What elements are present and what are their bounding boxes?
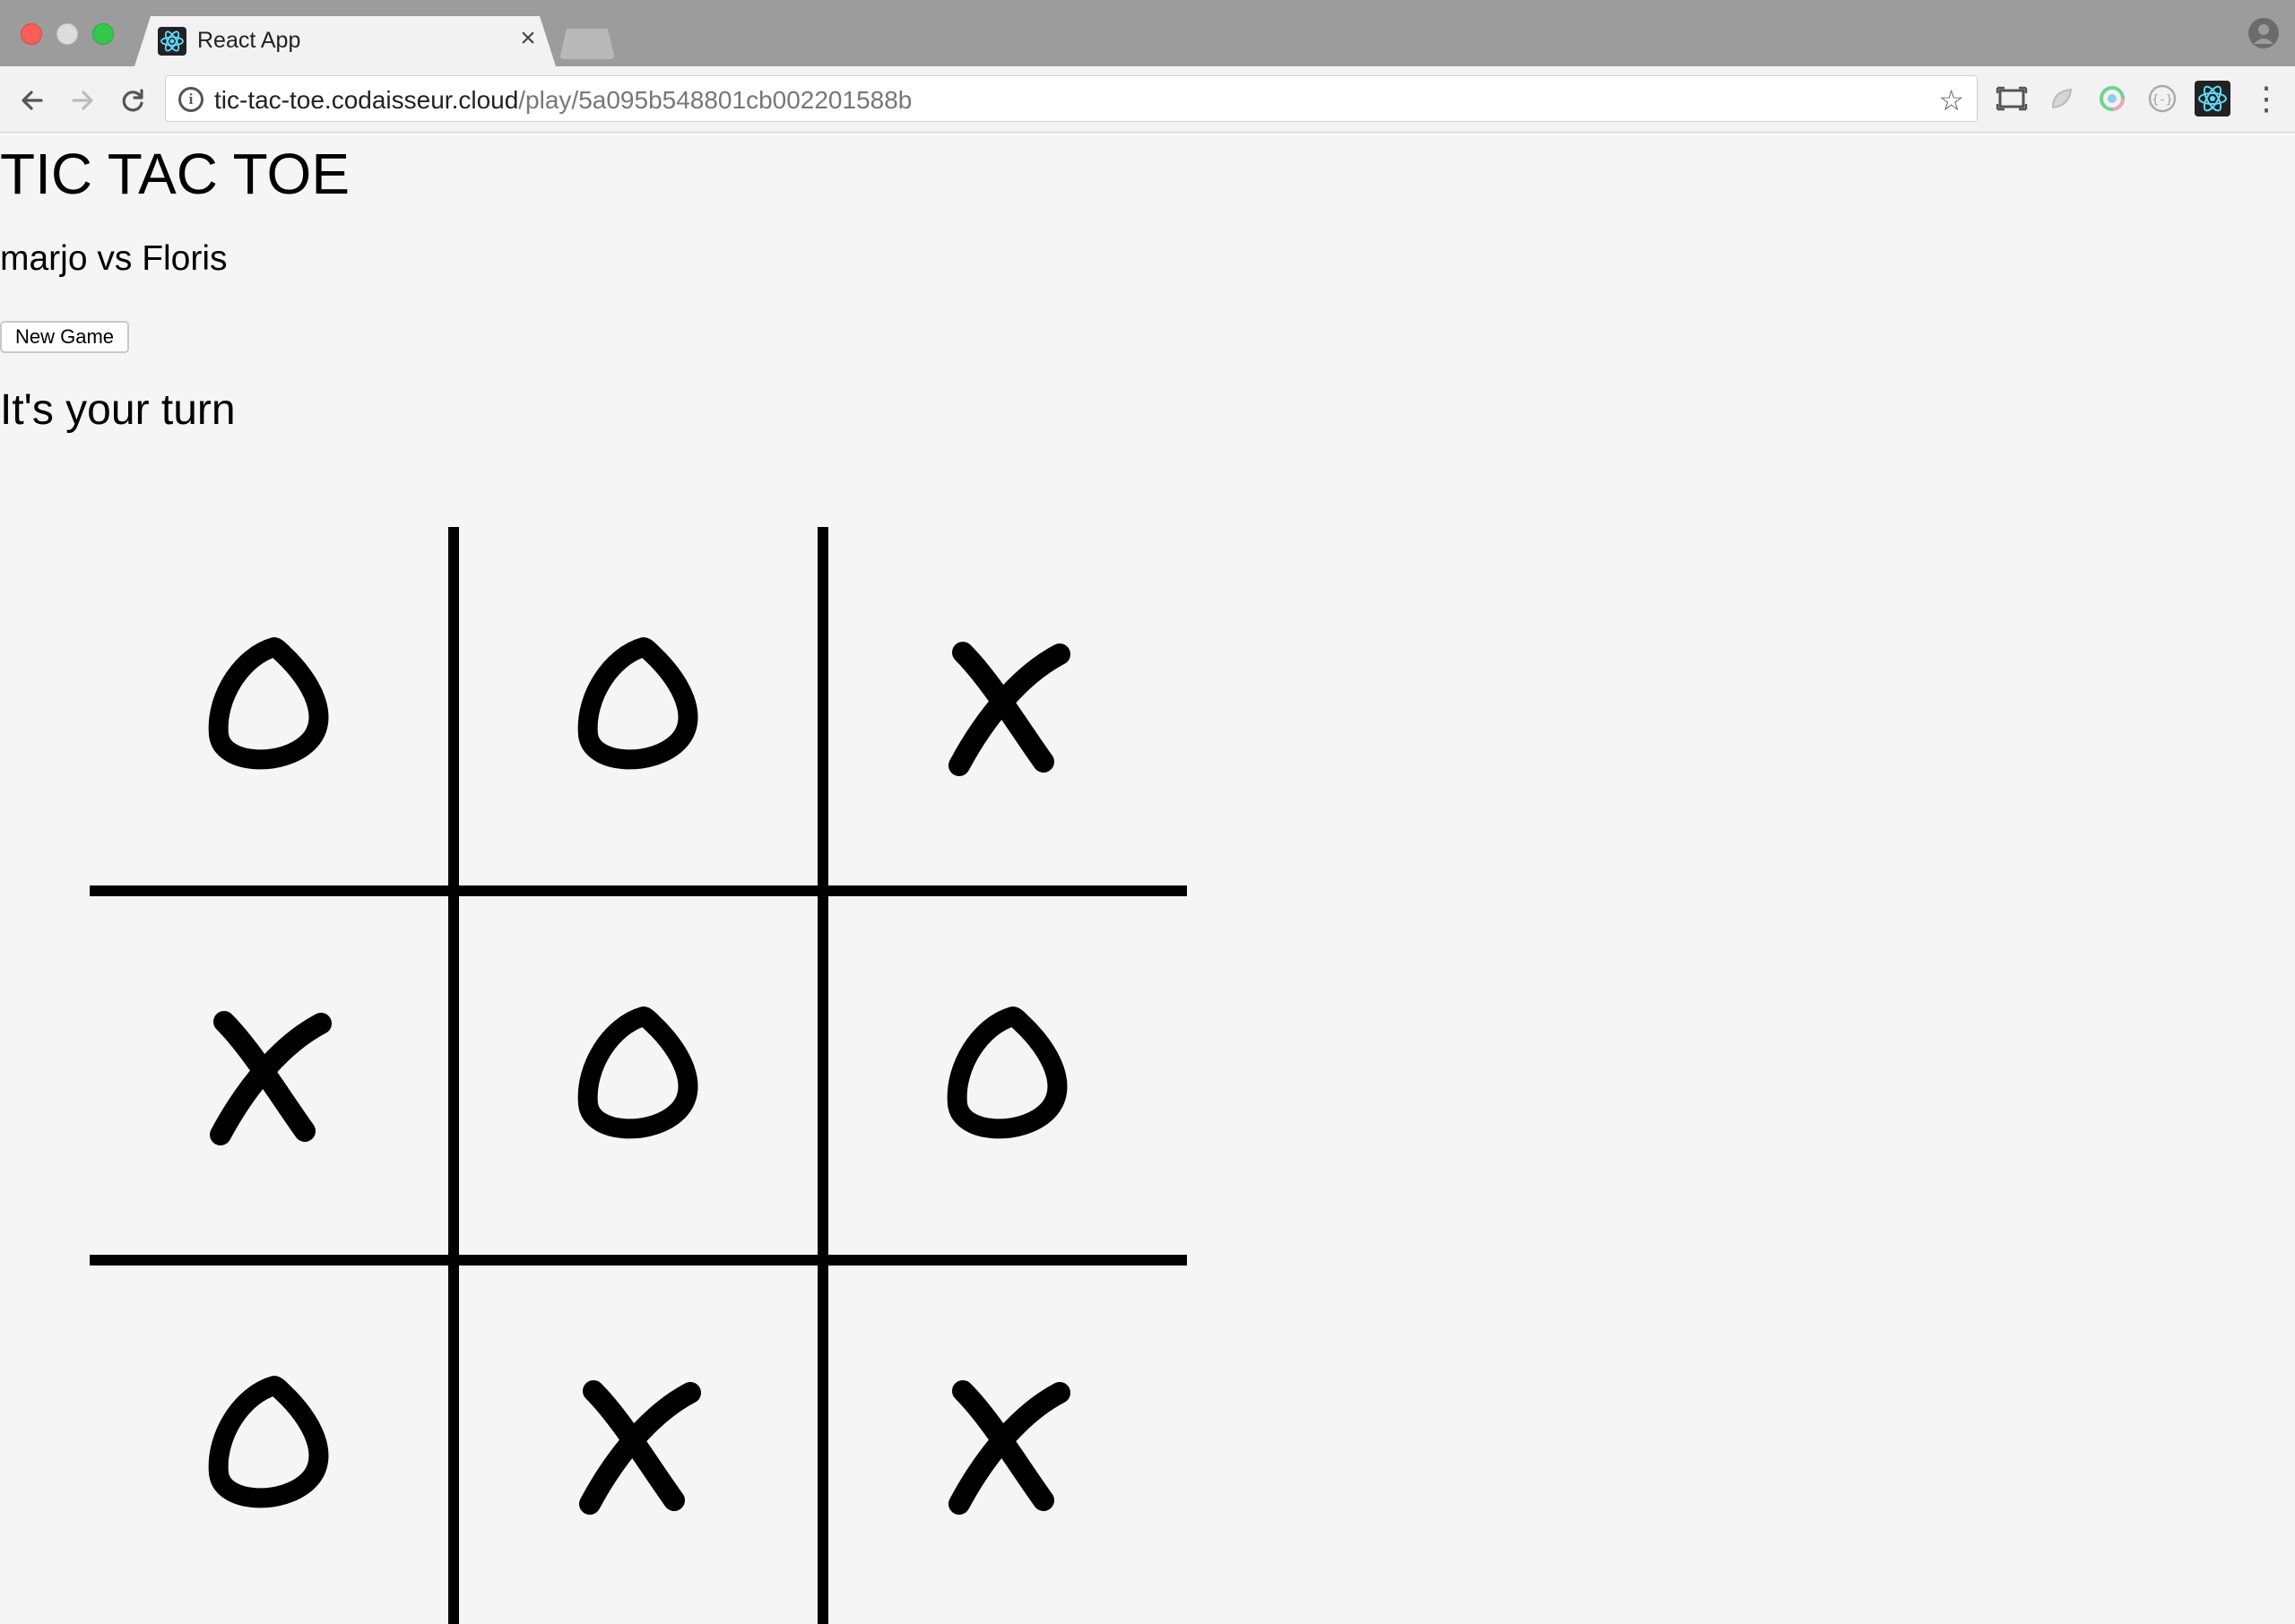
- tab-title: React App: [197, 28, 301, 53]
- browser-tab-strip: React App ×: [0, 0, 2295, 66]
- tab-close-icon[interactable]: ×: [515, 25, 541, 52]
- bookmark-star-icon[interactable]: ☆: [1938, 83, 1964, 117]
- address-bar[interactable]: i tic-tac-toe.codaisseur.cloud/play/5a09…: [165, 75, 1978, 122]
- x-mark-icon: [579, 1380, 701, 1515]
- o-mark-icon: [577, 1006, 698, 1139]
- minimize-window-button[interactable]: [56, 23, 78, 45]
- reload-icon[interactable]: [115, 82, 151, 118]
- turn-status: It's your turn: [0, 386, 236, 434]
- page-title: TIC TAC TOE: [0, 142, 350, 206]
- extension-leaf-icon[interactable]: [2044, 81, 2080, 117]
- o-mark-icon: [577, 637, 698, 770]
- o-mark-icon: [208, 637, 329, 770]
- extension-color-ring-icon[interactable]: [2094, 81, 2130, 117]
- x-mark-icon: [948, 1380, 1070, 1515]
- extension-json-icon[interactable]: {-}: [2144, 81, 2180, 117]
- page-content: TIC TAC TOE marjo vs Floris New Game It'…: [0, 133, 2295, 1624]
- svg-text:{-}: {-}: [2152, 93, 2172, 107]
- maximize-window-button[interactable]: [92, 23, 114, 45]
- board-cell-6[interactable]: [828, 896, 1187, 1255]
- site-info-icon[interactable]: i: [178, 87, 204, 112]
- screen-capture-icon[interactable]: [1994, 81, 2030, 117]
- o-mark-icon: [208, 1376, 329, 1508]
- board-cell-8[interactable]: [459, 1266, 818, 1624]
- board-cell-1[interactable]: [90, 527, 448, 885]
- url-host: tic-tac-toe.codaisseur.cloud: [214, 86, 519, 114]
- browser-toolbar: i tic-tac-toe.codaisseur.cloud/play/5a09…: [0, 66, 2295, 133]
- board-cell-4[interactable]: [90, 896, 448, 1255]
- board-cell-2[interactable]: [459, 527, 818, 885]
- url-text[interactable]: tic-tac-toe.codaisseur.cloud/play/5a095b…: [214, 86, 912, 115]
- x-mark-icon: [210, 1011, 332, 1145]
- profile-avatar-icon[interactable]: [2248, 18, 2279, 48]
- new-game-button[interactable]: New Game: [0, 321, 129, 353]
- board-cell-9[interactable]: [828, 1266, 1187, 1624]
- back-arrow-icon[interactable]: [14, 82, 50, 118]
- browser-menu-icon[interactable]: ⋮: [2250, 81, 2282, 117]
- forward-arrow-icon[interactable]: [65, 82, 100, 118]
- active-tab[interactable]: React App ×: [134, 16, 556, 66]
- close-window-button[interactable]: [21, 23, 42, 45]
- players-heading: marjo vs Floris: [0, 239, 228, 278]
- react-devtools-icon[interactable]: [2195, 81, 2230, 117]
- game-board: [90, 527, 1187, 1624]
- new-tab-button[interactable]: [559, 29, 615, 59]
- board-cell-7[interactable]: [90, 1266, 448, 1624]
- board-cell-3[interactable]: [828, 527, 1187, 885]
- react-logo-icon: [158, 27, 186, 56]
- o-mark-icon: [947, 1006, 1068, 1139]
- board-cell-5[interactable]: [459, 896, 818, 1255]
- url-path: /play/5a095b548801cb002201588b: [518, 86, 913, 114]
- x-mark-icon: [948, 642, 1070, 776]
